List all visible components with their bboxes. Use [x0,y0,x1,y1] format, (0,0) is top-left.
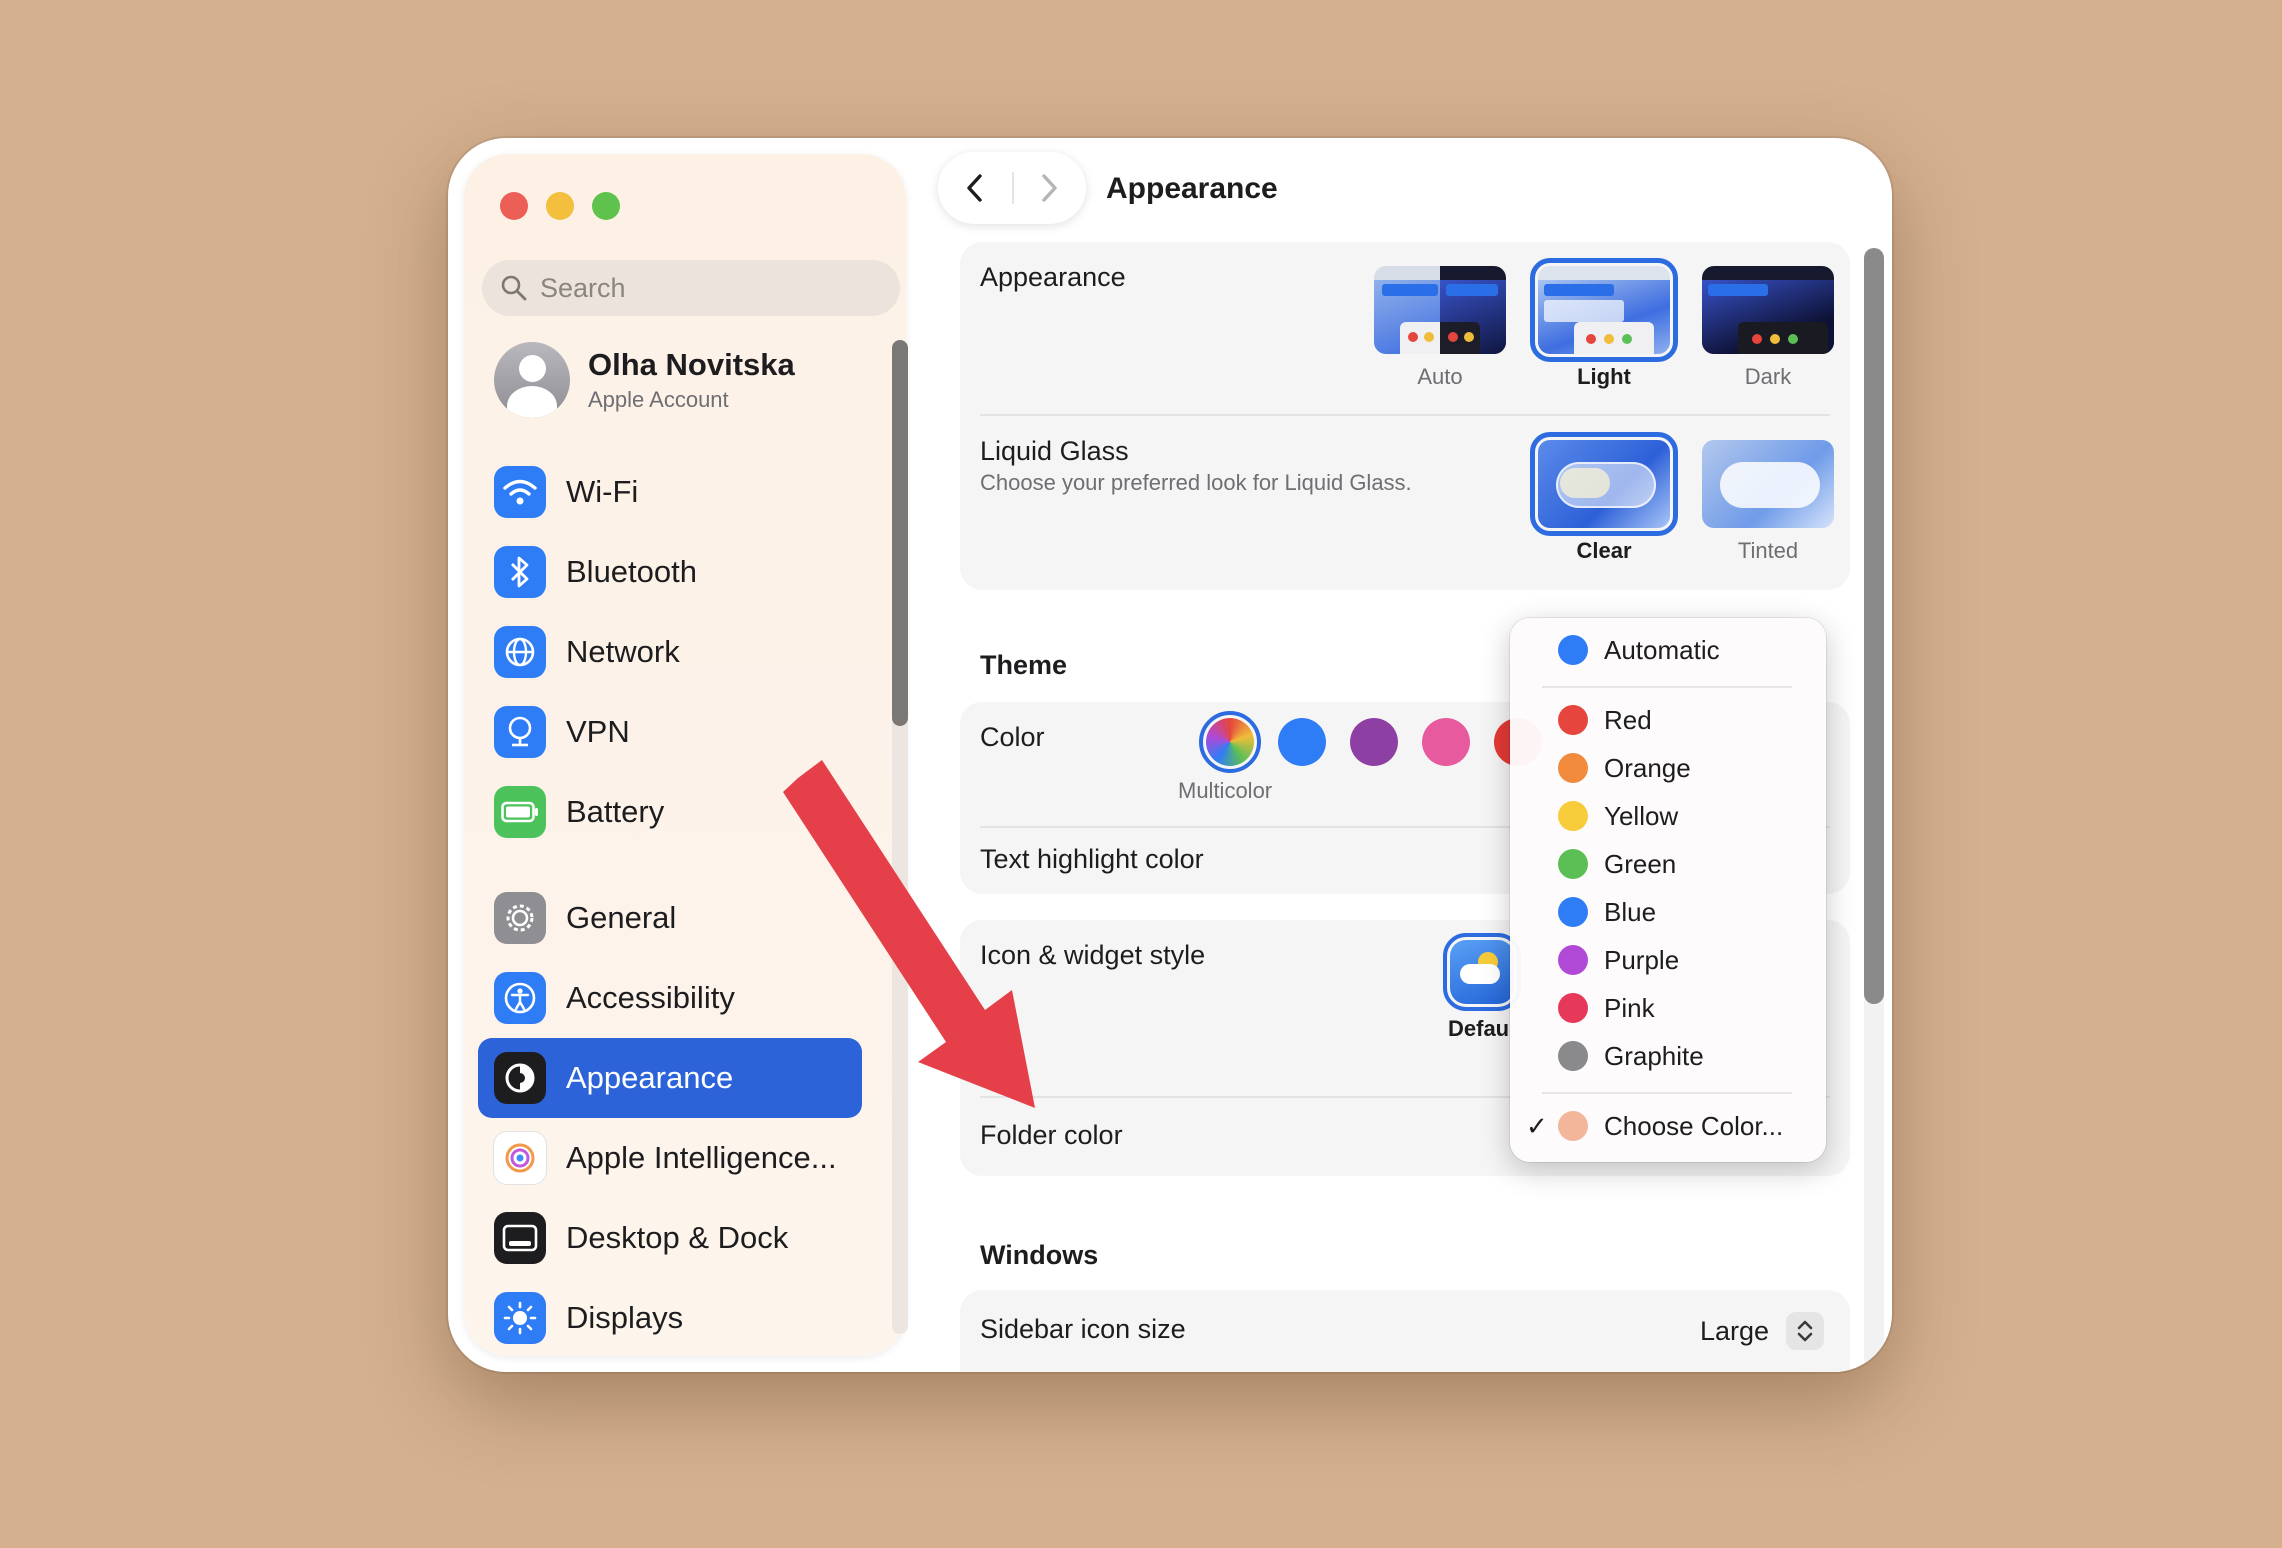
annotation-arrow-icon [783,760,1035,1108]
